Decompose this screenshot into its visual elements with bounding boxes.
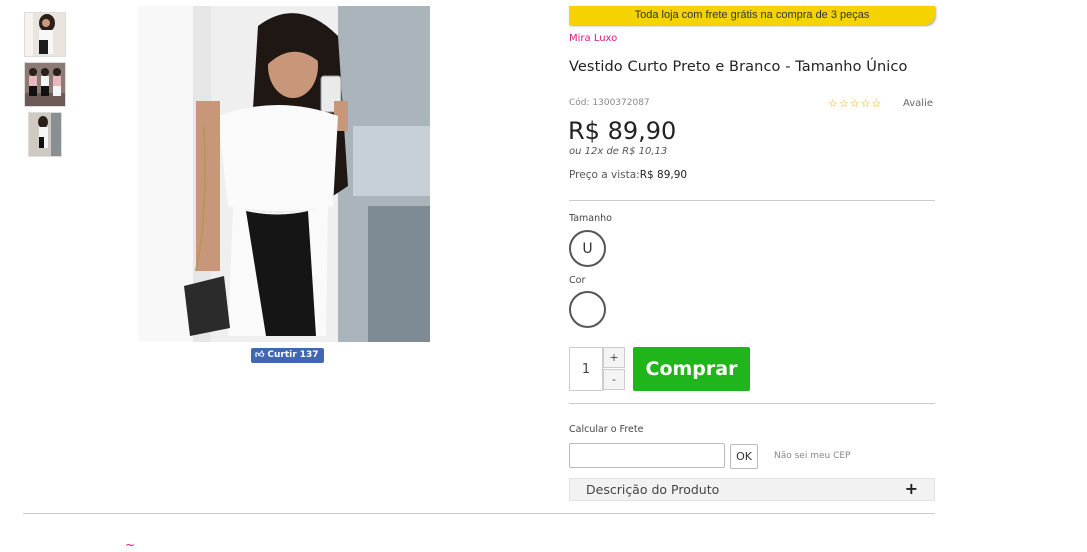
quantity-field[interactable]: 1	[569, 347, 603, 391]
description-label: Descrição do Produto	[586, 482, 720, 497]
cash-price-value: R$ 89,90	[639, 169, 688, 181]
quantity-value: 1	[581, 361, 591, 377]
cash-price: Preço a vista:R$ 89,90	[569, 169, 687, 181]
buy-button[interactable]: Comprar	[633, 347, 750, 391]
review-link[interactable]: Avalie	[903, 98, 933, 109]
installment-text: ou 12x de R$ 10,13	[569, 146, 668, 157]
divider	[569, 200, 935, 201]
cep-ok-button[interactable]: OK	[730, 444, 758, 469]
product-description-toggle[interactable]: Descrição do Produto +	[569, 478, 935, 501]
size-option-label: U	[582, 240, 593, 257]
size-option-u[interactable]: U	[569, 230, 606, 267]
quantity-minus-button[interactable]: -	[603, 369, 625, 390]
product-price: R$ 89,90	[568, 117, 677, 145]
product-sku: Cód: 1300372087	[569, 98, 650, 108]
free-shipping-banner: Toda loja com frete grátis na compra de …	[569, 6, 935, 25]
product-thumbnail-2[interactable]	[24, 62, 66, 107]
color-label: Cor	[569, 275, 586, 286]
footer-text-fragment: ~	[125, 538, 136, 552]
plus-icon: +	[904, 479, 918, 498]
cep-input[interactable]	[569, 443, 725, 468]
facebook-like-label: Curtir	[267, 350, 297, 360]
divider	[23, 513, 935, 514]
color-option[interactable]	[569, 291, 606, 328]
product-main-image[interactable]	[138, 6, 430, 342]
brand-link[interactable]: Mira Luxo	[569, 33, 617, 44]
product-photo	[138, 6, 430, 342]
thumbs-up-icon: 👍︎	[255, 350, 265, 360]
quantity-plus-button[interactable]: +	[603, 347, 625, 368]
product-thumbnail-1[interactable]	[24, 12, 66, 57]
divider	[569, 403, 935, 404]
shipping-label: Calcular o Frete	[569, 424, 644, 435]
thumbnail-photo-2	[25, 63, 65, 106]
no-cep-link[interactable]: Não sei meu CEP	[774, 451, 850, 461]
facebook-like-button[interactable]: 👍︎ Curtir 137	[251, 348, 325, 363]
cash-price-label: Preço a vista:	[569, 169, 640, 181]
thumbnail-photo-3	[29, 113, 61, 156]
product-thumbnail-3[interactable]	[28, 112, 62, 157]
product-title: Vestido Curto Preto e Branco - Tamanho Ú…	[569, 59, 908, 75]
rating-stars-icon[interactable]: ☆☆☆☆☆	[828, 97, 882, 110]
facebook-like-count: 137	[299, 350, 319, 360]
thumbnail-photo-1	[25, 13, 65, 56]
size-label: Tamanho	[569, 213, 612, 224]
